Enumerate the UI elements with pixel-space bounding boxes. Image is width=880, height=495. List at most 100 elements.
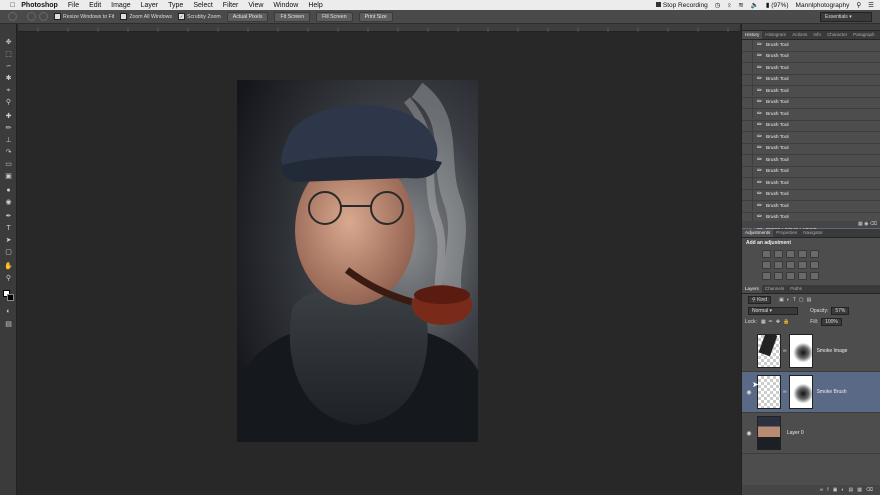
zoom-in-icon[interactable]: [27, 12, 36, 21]
history-item[interactable]: ✏ Brush Tool: [742, 166, 880, 178]
menu-layer[interactable]: Layer: [141, 2, 159, 9]
notification-center-icon[interactable]: ☰: [868, 1, 874, 9]
volume-icon[interactable]: 🔈: [751, 1, 759, 9]
apple-menu-icon[interactable]: : [10, 2, 15, 9]
path-selection-tool-icon[interactable]: ➤: [3, 236, 14, 245]
pen-tool-icon[interactable]: ✒: [3, 212, 14, 221]
color-balance-icon[interactable]: [774, 261, 783, 269]
lasso-tool-icon[interactable]: ∽: [3, 62, 14, 71]
menu-window[interactable]: Window: [273, 2, 298, 9]
history-brush-tool-icon[interactable]: ↷: [3, 148, 14, 157]
threshold-icon[interactable]: [786, 272, 795, 280]
workspace-switcher[interactable]: Essentials ▾: [820, 11, 872, 22]
menu-filter[interactable]: Filter: [223, 2, 239, 9]
clock-icon[interactable]: ◷: [715, 1, 721, 9]
fill-input[interactable]: 100%: [821, 317, 842, 326]
exposure-icon[interactable]: [798, 250, 807, 258]
scrubby-zoom-checkbox[interactable]: ✓ Scrubby Zoom: [178, 13, 221, 20]
marquee-tool-icon[interactable]: ⬚: [3, 50, 14, 59]
history-item[interactable]: ✏ Brush Tool: [742, 51, 880, 63]
new-layer-icon[interactable]: ▦: [857, 487, 866, 493]
tab-paths[interactable]: Paths: [787, 285, 805, 293]
print-size-button[interactable]: Print Size: [358, 11, 393, 22]
hue-saturation-icon[interactable]: [762, 261, 771, 269]
zoom-tool-icon[interactable]: ⚲: [3, 274, 14, 283]
healing-brush-tool-icon[interactable]: ✚: [3, 112, 14, 121]
history-item[interactable]: ✏ Brush Tool: [742, 189, 880, 201]
move-tool-icon[interactable]: ✥: [3, 38, 14, 47]
layer-mask-thumbnail[interactable]: [788, 334, 813, 368]
hand-tool-icon[interactable]: ✋: [3, 262, 14, 271]
tab-paragraph[interactable]: Paragraph: [850, 31, 877, 39]
crop-tool-icon[interactable]: ⌖: [3, 86, 14, 95]
resize-windows-checkbox[interactable]: Resize Windows to Fit: [54, 13, 114, 20]
battery-status[interactable]: ▮ (97%): [766, 1, 789, 9]
gradient-tool-icon[interactable]: ▣: [3, 172, 14, 181]
zoom-all-windows-checkbox[interactable]: Zoom All Windows: [120, 13, 172, 20]
chain-link-icon[interactable]: ∞: [783, 389, 787, 395]
layer-row-smoke-image[interactable]: ∞ Smoke Image: [742, 331, 880, 372]
brush-tool-icon[interactable]: ✏: [3, 124, 14, 133]
tab-character[interactable]: Character: [824, 31, 850, 39]
history-item[interactable]: ✏ Brush Tool: [742, 63, 880, 75]
invert-icon[interactable]: [762, 272, 771, 280]
clone-stamp-tool-icon[interactable]: ⊥: [3, 136, 14, 145]
lock-icons[interactable]: ▦✏✥🔒: [761, 319, 792, 325]
fit-screen-button[interactable]: Fit Screen: [274, 11, 311, 22]
filter-type-icons[interactable]: ▣◐T▢▤: [779, 297, 814, 303]
brightness-contrast-icon[interactable]: [762, 250, 771, 258]
menu-select[interactable]: Select: [193, 2, 212, 9]
kind-filter-select[interactable]: ⚲ Kind: [748, 295, 772, 304]
selective-color-icon[interactable]: [810, 272, 819, 280]
new-document-icon[interactable]: ▦: [858, 221, 863, 227]
fill-screen-button[interactable]: Fill Screen: [316, 11, 353, 22]
quick-select-tool-icon[interactable]: ✱: [3, 74, 14, 83]
user-name[interactable]: Mannlphotography: [796, 2, 850, 9]
curves-icon[interactable]: [786, 250, 795, 258]
tab-channels[interactable]: Channels: [762, 285, 787, 293]
rectangle-tool-icon[interactable]: ▢: [3, 248, 14, 257]
blend-mode-select[interactable]: Normal ▾: [748, 306, 798, 315]
eyedropper-tool-icon[interactable]: ⚲: [3, 98, 14, 107]
bluetooth-icon[interactable]: ᛟ: [727, 2, 731, 9]
history-item[interactable]: ✏ Brush Tool: [742, 86, 880, 98]
layer-mask-thumbnail[interactable]: [788, 375, 813, 409]
history-item[interactable]: ✏ Brush Tool: [742, 155, 880, 167]
black-white-icon[interactable]: [786, 261, 795, 269]
menu-image[interactable]: Image: [111, 2, 130, 9]
history-item[interactable]: ✏ Brush Tool: [742, 97, 880, 109]
snapshot-icon[interactable]: ◉: [864, 221, 868, 227]
levels-icon[interactable]: [774, 250, 783, 258]
menu-photoshop[interactable]: Photoshop: [21, 2, 58, 9]
menu-file[interactable]: File: [68, 2, 79, 9]
background-color-swatch[interactable]: [7, 294, 14, 301]
opacity-input[interactable]: 57%: [831, 306, 850, 315]
tab-adjustments[interactable]: Adjustments: [742, 229, 774, 237]
history-item[interactable]: ✏ Brush Tool: [742, 74, 880, 86]
document-canvas-photo[interactable]: [237, 80, 478, 442]
menu-type[interactable]: Type: [168, 2, 183, 9]
stop-recording-item[interactable]: Stop Recording: [655, 2, 708, 9]
history-item[interactable]: ✏ Brush Tool: [742, 201, 880, 213]
tab-properties[interactable]: Properties: [773, 229, 800, 237]
tab-history[interactable]: History: [742, 31, 763, 39]
channel-mixer-icon[interactable]: [810, 261, 819, 269]
screen-mode-icon[interactable]: ▤: [3, 320, 14, 329]
tab-navigator[interactable]: Navigator: [800, 229, 826, 237]
eraser-tool-icon[interactable]: ▭: [3, 160, 14, 169]
zoom-tool-preset-icon[interactable]: [8, 12, 17, 21]
group-icon[interactable]: ▤: [848, 487, 857, 493]
tab-info[interactable]: Info: [810, 31, 824, 39]
visibility-eye-icon[interactable]: ◉: [745, 430, 753, 437]
chain-link-icon[interactable]: ∞: [783, 348, 787, 354]
layer-row-layer-0[interactable]: ◉ Layer 0: [742, 413, 880, 454]
history-item[interactable]: ✏ Brush Tool: [742, 120, 880, 132]
vibrance-icon[interactable]: [810, 250, 819, 258]
tab-layers[interactable]: Layers: [742, 285, 762, 293]
history-item[interactable]: ✏ Brush Tool: [742, 178, 880, 190]
blur-tool-icon[interactable]: ●: [3, 186, 14, 195]
posterize-icon[interactable]: [774, 272, 783, 280]
quick-mask-icon[interactable]: ◐: [3, 307, 14, 316]
zoom-out-icon[interactable]: [39, 12, 48, 21]
photo-filter-icon[interactable]: [798, 261, 807, 269]
